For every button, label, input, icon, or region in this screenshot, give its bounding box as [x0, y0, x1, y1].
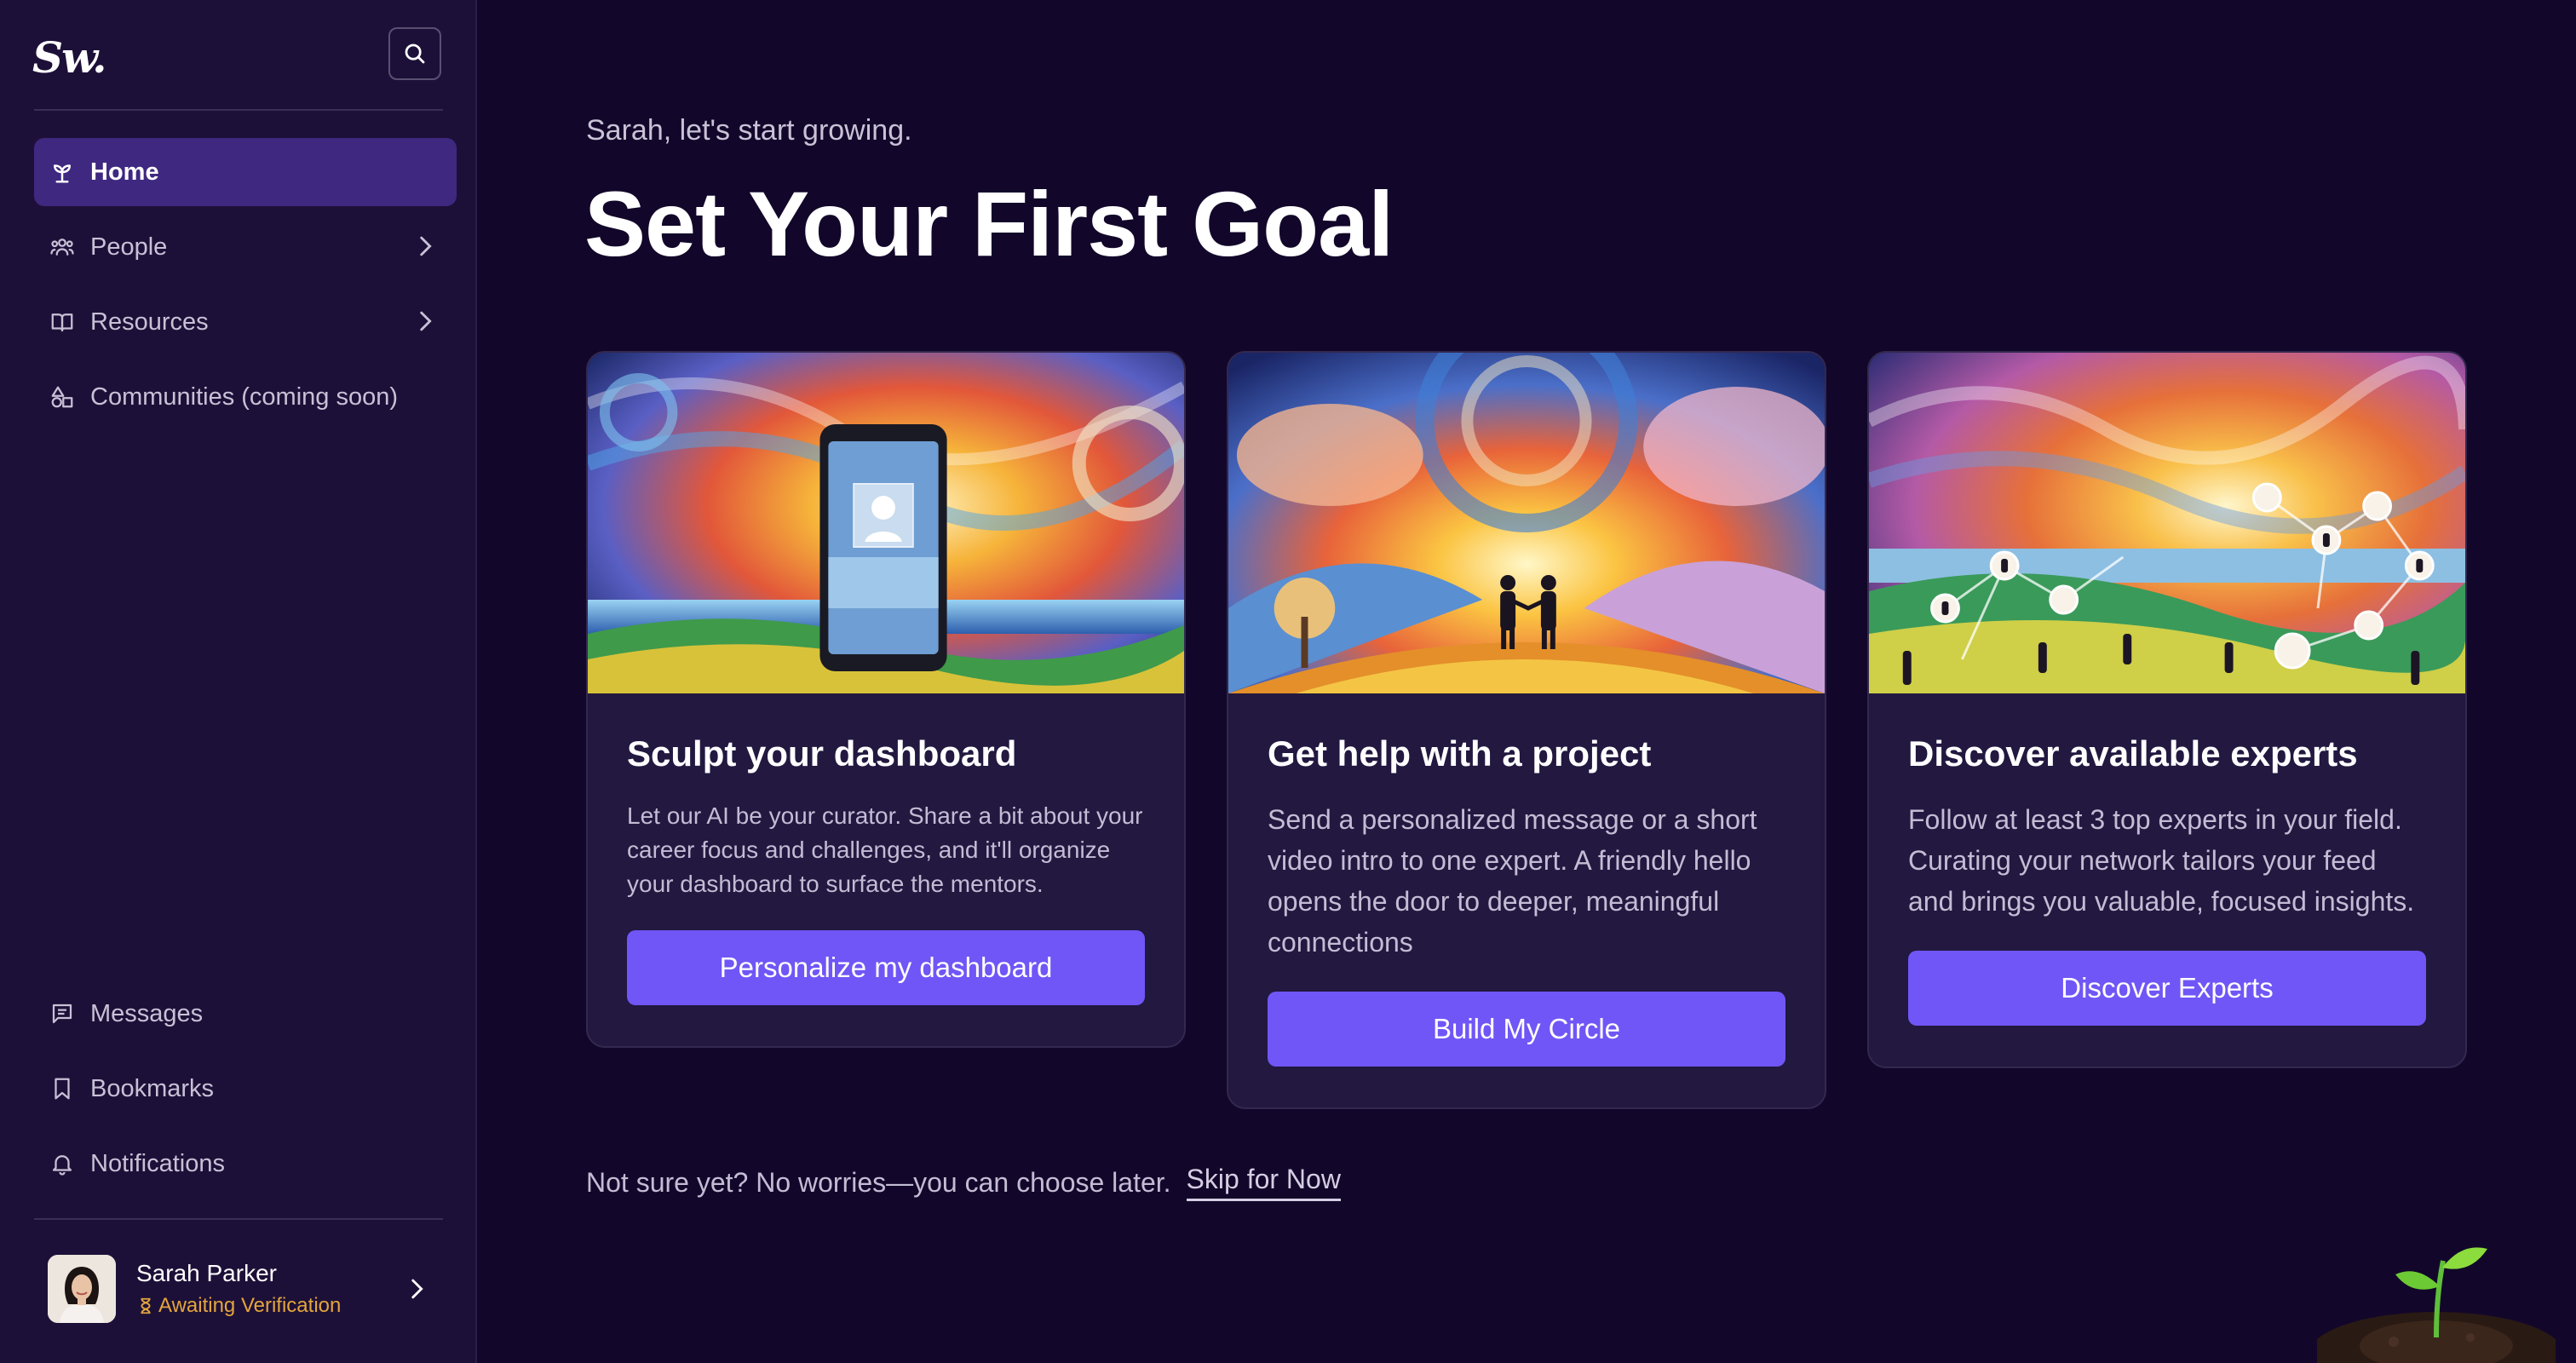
sidebar-item-label: Home — [90, 158, 159, 186]
personalize-dashboard-button[interactable]: Personalize my dashboard — [627, 930, 1145, 1006]
goal-card-dashboard: Sculpt your dashboard Let our AI be your… — [586, 351, 1186, 1049]
profile-name: Sarah Parker — [136, 1260, 277, 1286]
sidebar-item-label: Resources — [90, 308, 209, 336]
sprout-icon — [48, 158, 77, 187]
shapes-icon — [48, 382, 77, 411]
sidebar-item-notifications[interactable]: Notifications — [34, 1130, 457, 1198]
sidebar-item-label: Messages — [90, 999, 204, 1027]
skip-prompt: Not sure yet? No worries—you can choose … — [586, 1164, 1341, 1201]
sidebar-item-communities[interactable]: Communities (coming soon) — [34, 363, 457, 431]
discover-experts-button[interactable]: Discover Experts — [1908, 951, 2426, 1027]
sidebar: Sw. Home People Resources Communities (c… — [0, 0, 477, 1363]
profile-card[interactable]: Sarah Parker Awaiting Verification — [48, 1254, 448, 1324]
bell-icon — [48, 1149, 77, 1178]
build-my-circle-button[interactable]: Build My Circle — [1268, 992, 1785, 1067]
sidebar-item-people[interactable]: People — [34, 213, 457, 281]
sidebar-item-resources[interactable]: Resources — [34, 288, 457, 356]
experts-network-illustration — [1869, 353, 2465, 693]
goal-card-project: Get help with a project Send a personali… — [1227, 351, 1826, 1110]
goal-card-experts: Discover available experts Follow at lea… — [1867, 351, 2467, 1069]
chevron-right-icon — [411, 1279, 423, 1299]
card-title: Sculpt your dashboard — [627, 733, 1017, 774]
verification-status: Awaiting Verification — [136, 1294, 341, 1318]
skip-for-now-link[interactable]: Skip for Now — [1186, 1164, 1341, 1201]
card-description: Send a personalized message or a short v… — [1268, 804, 1757, 958]
card-title: Discover available experts — [1908, 733, 2358, 774]
sprout-decoration-icon — [2317, 1247, 2556, 1363]
sidebar-item-label: Notifications — [90, 1149, 225, 1177]
hourglass-icon — [141, 1297, 151, 1314]
people-icon — [48, 233, 77, 262]
sidebar-item-label: Communities (coming soon) — [90, 382, 399, 411]
verification-status-label: Awaiting Verification — [158, 1294, 342, 1317]
sidebar-item-label: People — [90, 233, 168, 261]
search-button[interactable] — [388, 27, 441, 80]
card-description: Let our AI be your curator. Share a bit … — [627, 802, 1143, 898]
sidebar-item-label: Bookmarks — [90, 1074, 215, 1102]
card-description: Follow at least 3 top experts in your fi… — [1908, 804, 2415, 917]
brand-logo[interactable]: Sw. — [32, 32, 107, 83]
book-icon — [48, 308, 77, 336]
bookmark-icon — [48, 1074, 77, 1103]
sidebar-nav-secondary: Messages Bookmarks Notifications — [34, 980, 457, 1205]
chevron-right-icon — [420, 311, 432, 331]
avatar — [48, 1255, 116, 1323]
sidebar-item-messages[interactable]: Messages — [34, 980, 457, 1048]
sidebar-item-home[interactable]: Home — [34, 138, 457, 206]
page-title: Set Your First Goal — [584, 172, 1394, 275]
skip-prompt-text: Not sure yet? No worries—you can choose … — [586, 1166, 1171, 1198]
search-icon — [405, 43, 425, 64]
message-icon — [48, 999, 77, 1028]
sidebar-divider — [34, 109, 443, 111]
sidebar-nav-main: Home People Resources Communities (comin… — [34, 138, 457, 438]
handshake-illustration — [1228, 353, 1825, 693]
sidebar-item-bookmarks[interactable]: Bookmarks — [34, 1055, 457, 1123]
card-title: Get help with a project — [1268, 733, 1652, 774]
chevron-right-icon — [420, 236, 432, 256]
greeting: Sarah, let's start growing. — [586, 114, 912, 147]
dashboard-illustration — [588, 353, 1184, 693]
sidebar-divider — [34, 1218, 443, 1220]
